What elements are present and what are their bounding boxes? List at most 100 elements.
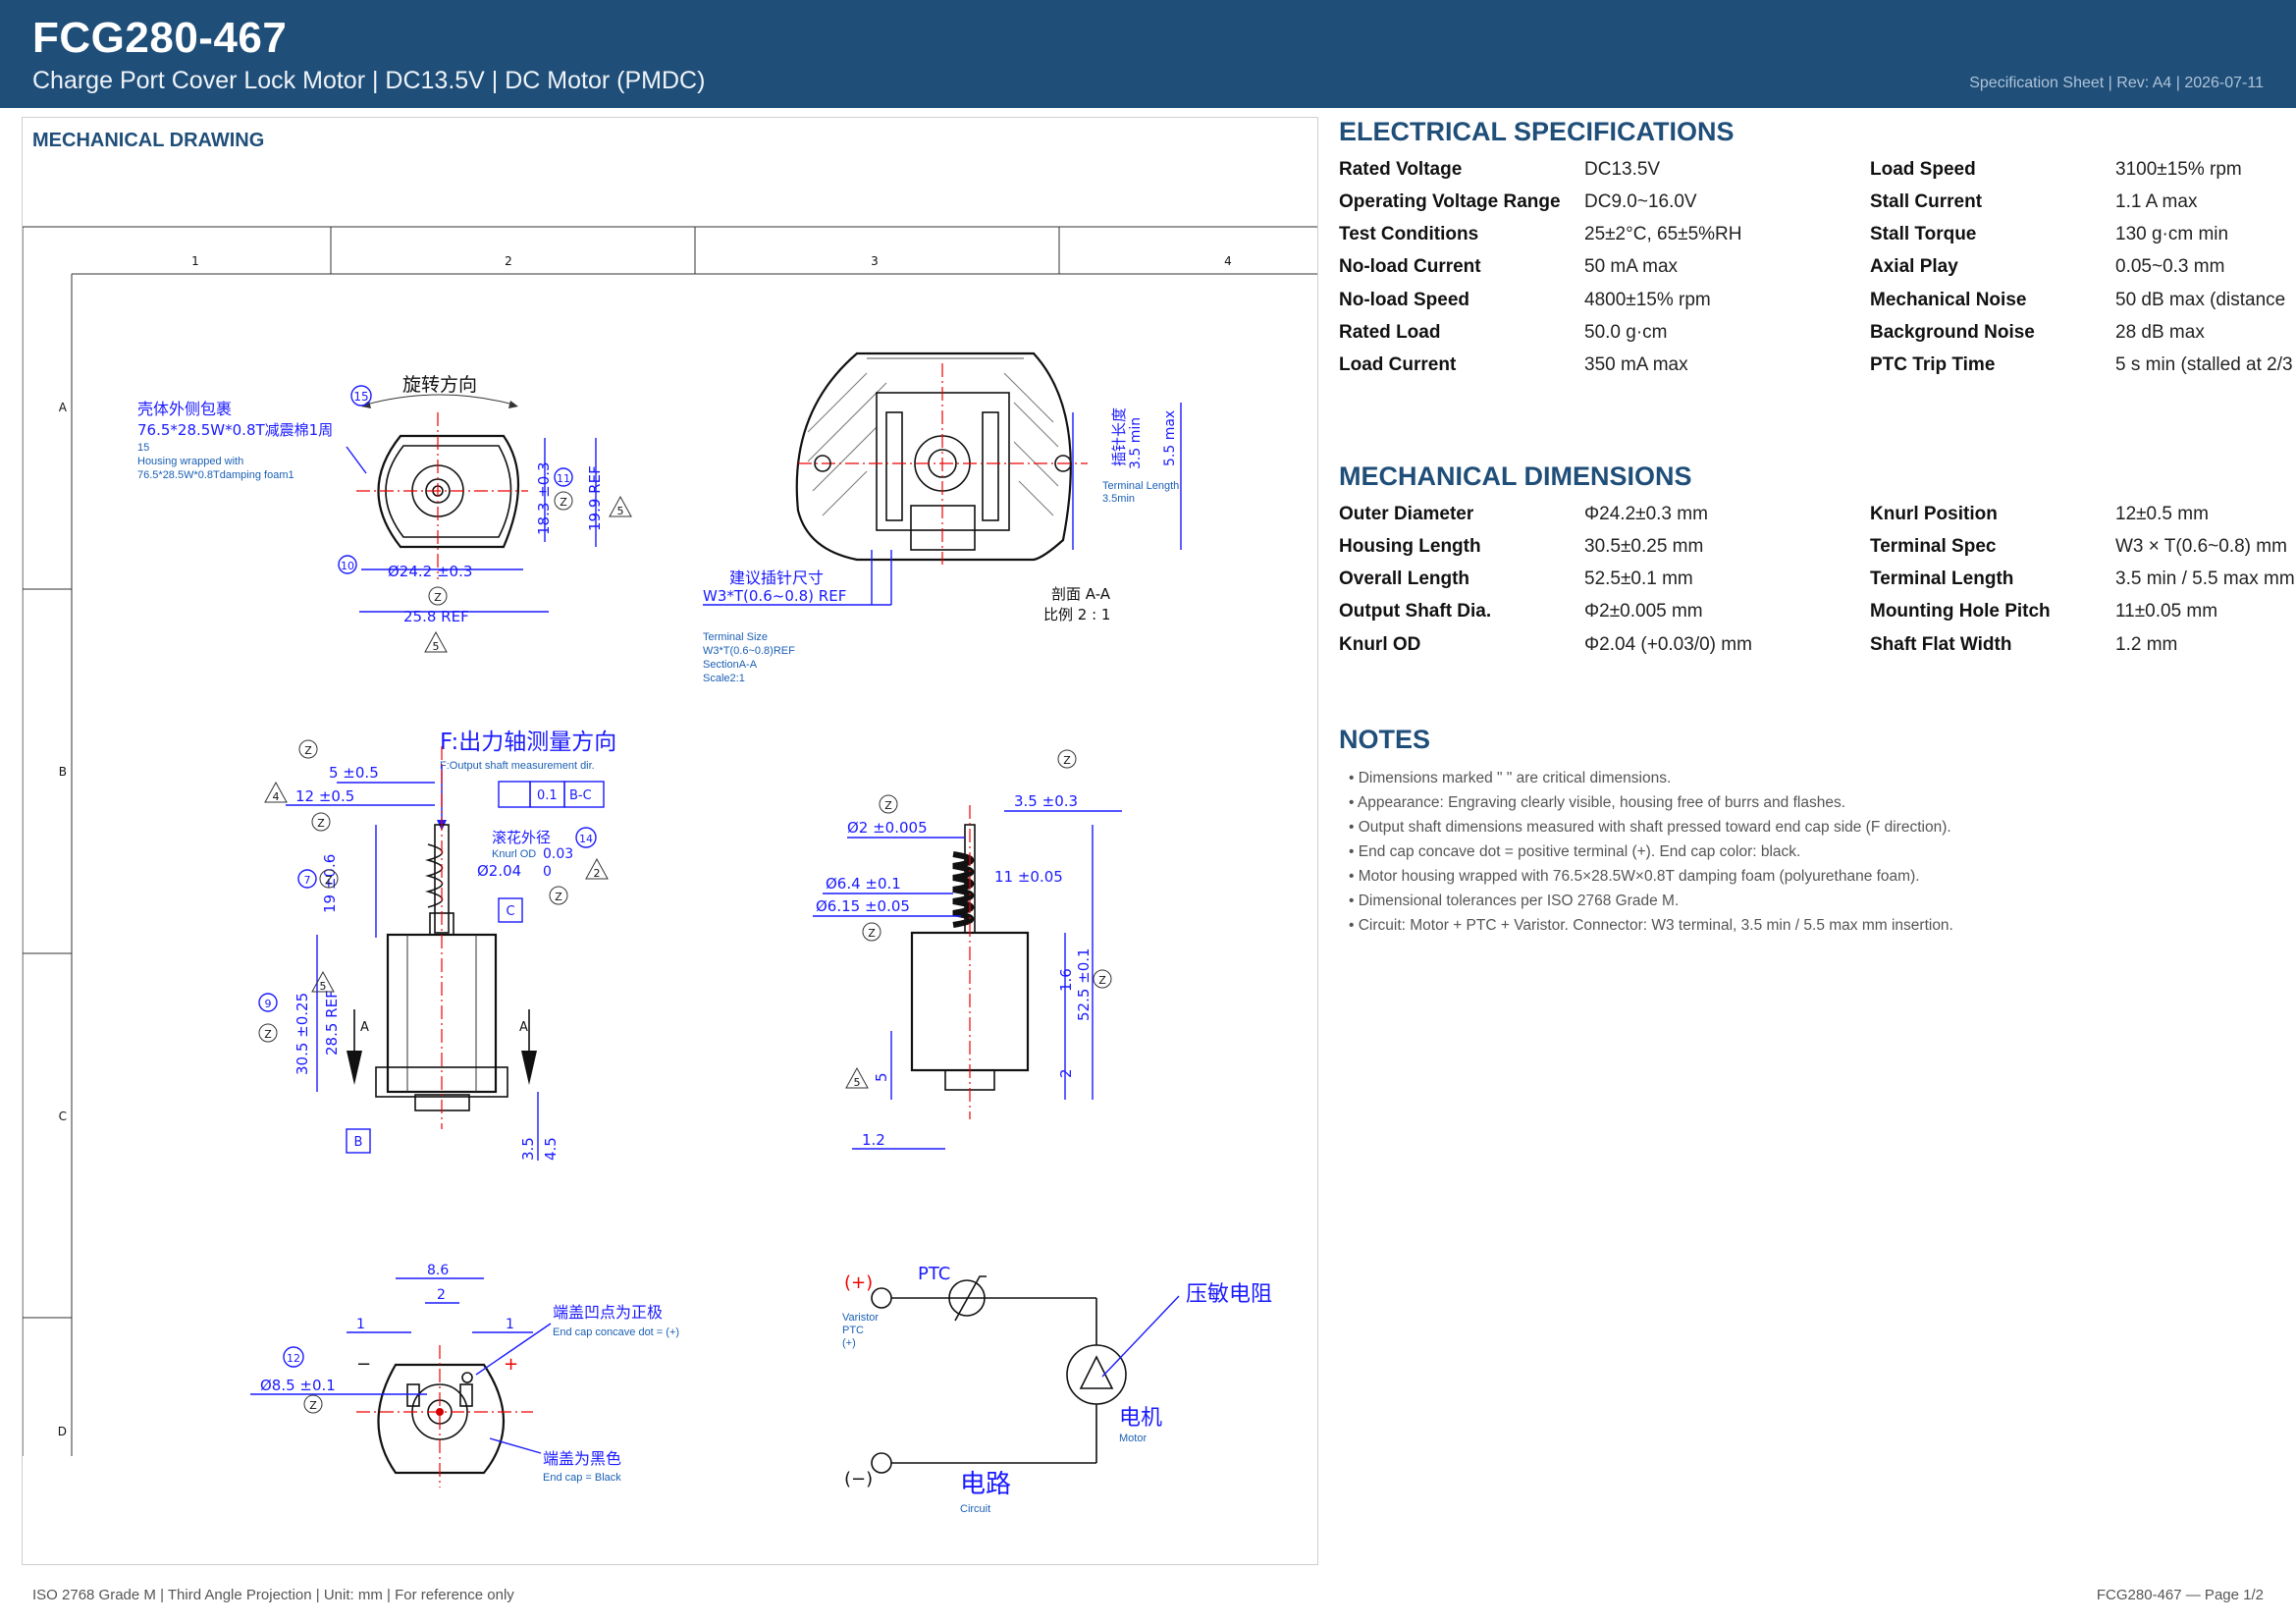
dim-3-5: 3.5 <box>519 1137 537 1161</box>
balloon-12: 12 <box>287 1352 300 1365</box>
concave-dot-label: 端盖凹点为正极 <box>553 1303 663 1322</box>
spec-value: 25±2°C, 65±5%RH <box>1584 224 1742 244</box>
end-dim-2: 2 <box>437 1287 446 1303</box>
spec-label: Knurl Position <box>1870 504 1998 524</box>
mechanical-drawing: 1 2 3 4 A B C D 旋转方向 15 壳体外侧包裹 76.5*28.5… <box>23 226 1317 1515</box>
black-cap-en: End cap = Black <box>543 1472 621 1484</box>
balloon-5-3: 5 <box>320 980 327 993</box>
spec-label: Stall Current <box>1870 191 1983 212</box>
dim-height-2: 19.9 REF <box>586 465 604 531</box>
spec-label: Output Shaft Dia. <box>1339 601 1492 622</box>
end-cap-view: 8.6 2 1 1 Ø8.5 ±0.1 12 Z 端盖凹点为正极 End cap… <box>250 1263 679 1488</box>
notes-title: NOTES <box>1339 725 1431 754</box>
end-dim-8-6: 8.6 <box>427 1263 449 1278</box>
terminal-length-en1: Terminal Length <box>1102 480 1179 492</box>
balloon-z-2: Z <box>434 591 442 604</box>
knurl-low: 0 <box>543 864 552 880</box>
scale-label: 比例 2 : 1 <box>1043 606 1110 623</box>
force-direction-label: F:出力轴测量方向 <box>440 730 616 755</box>
side-view: F:出力轴测量方向 F:Output shaft measurement dir… <box>258 730 616 1161</box>
spec-label: Outer Diameter <box>1339 504 1474 524</box>
spec-label: Rated Load <box>1339 322 1441 343</box>
shaft-dim-6-4: Ø6.4 ±0.1 <box>826 875 901 893</box>
spec-value: 4800±15% rpm <box>1584 290 1711 310</box>
front-view: 旋转方向 15 壳体外侧包裹 76.5*28.5W*0.8T减震棉1周 15 H… <box>137 374 632 653</box>
spec-label: Rated Voltage <box>1339 159 1463 180</box>
dim-height-1: 18.3 ±0.3 <box>535 461 553 535</box>
balloon-9: 9 <box>265 998 272 1010</box>
end-dim-8-5: Ø8.5 ±0.1 <box>260 1377 336 1394</box>
spec-value: 50.0 g·cm <box>1584 322 1668 343</box>
terminal-size-en3: SectionA-A <box>703 659 758 671</box>
spec-value: 52.5±0.1 mm <box>1584 568 1693 589</box>
header-bar: FCG280-467 Charge Port Cover Lock Motor … <box>0 0 2296 108</box>
electrical-specs-title: ELECTRICAL SPECIFICATIONS <box>1339 117 1735 146</box>
grid-row-a: A <box>59 401 68 414</box>
balloon-z-7: Z <box>555 891 562 903</box>
spec-value: 3100±15% rpm <box>2115 159 2242 180</box>
spec-label: No-load Current <box>1339 256 1481 277</box>
grid-col-3: 3 <box>871 254 879 268</box>
balloon-z-5: Z <box>325 874 333 887</box>
motor-label: 电机 <box>1119 1406 1162 1431</box>
grid-col-4: 4 <box>1224 254 1232 268</box>
spec-label: Mounting Hole Pitch <box>1870 601 2051 622</box>
frame-datum: B-C <box>569 788 592 803</box>
spec-label: Mechanical Noise <box>1870 290 2027 310</box>
dim-30-5: 30.5 ±0.25 <box>294 993 311 1075</box>
circuit-legend-1: Varistor <box>842 1312 879 1324</box>
note-item: • Motor housing wrapped with 76.5×28.5W×… <box>1349 868 1920 885</box>
note-item: • Dimensions marked " " are critical dim… <box>1349 770 1672 786</box>
end-dim-1b: 1 <box>506 1317 514 1332</box>
terminal-size-en1: Terminal Size <box>703 631 768 643</box>
grid-col-2: 2 <box>505 254 512 268</box>
notes-list: • Dimensions marked " " are critical dim… <box>1349 766 1953 938</box>
dim-12: 12 ±0.5 <box>295 787 354 805</box>
balloon-z-9: Z <box>884 799 892 812</box>
shaft-dim-6-15: Ø6.15 ±0.05 <box>816 897 910 915</box>
mechanical-dims-title: MECHANICAL DIMENSIONS <box>1339 461 1692 491</box>
balloon-10: 10 <box>341 560 354 572</box>
circuit-plus: (+) <box>844 1272 873 1293</box>
circuit-legend-2: PTC <box>842 1325 864 1336</box>
pin-size-spec: W3*T(0.6~0.8) REF <box>703 587 846 605</box>
spec-label: Knurl OD <box>1339 634 1421 655</box>
note-item: • End cap concave dot = positive termina… <box>1349 843 1801 860</box>
pin-length-min: 3.5 min <box>1128 417 1144 469</box>
wrap-note-en1: Housing wrapped with <box>137 456 243 467</box>
circuit-diagram: (+) PTC 压敏电阻 电机 Motor (−) 电路 Circuit Var… <box>842 1264 1272 1515</box>
spec-label: Background Noise <box>1870 322 2035 343</box>
section-a-a-view: 插针长度 3.5 min 5.5 max Terminal Length 3.5… <box>703 352 1182 684</box>
shaft-dim-1-2: 1.2 <box>862 1131 885 1149</box>
knurl-dim: Ø2.04 <box>477 862 521 880</box>
shaft-dim-5: 5 <box>873 1072 890 1082</box>
balloon-z-4: Z <box>317 817 325 830</box>
section-mark-a-left: A <box>360 1020 369 1035</box>
spec-label: Terminal Length <box>1870 568 2014 589</box>
dim-5: 5 ±0.5 <box>329 764 379 782</box>
pin-length-max: 5.5 max <box>1162 410 1178 466</box>
shaft-dim-1-6: 1.6 <box>1057 968 1075 992</box>
circuit-legend-3: (+) <box>842 1337 856 1349</box>
balloon-z-1: Z <box>560 496 567 509</box>
circuit-label: 电路 <box>960 1470 1011 1499</box>
motor-en: Motor <box>1119 1433 1147 1444</box>
note-item: • Circuit: Motor + PTC + Varistor. Conne… <box>1349 917 1953 934</box>
spec-label: Test Conditions <box>1339 224 1479 244</box>
wrap-note-en2: 76.5*28.5W*0.8Tdamping foam1 <box>137 469 294 481</box>
spec-value: 50 mA max <box>1584 256 1679 277</box>
force-direction-en: F:Output shaft measurement dir. <box>440 760 595 772</box>
note-item: • Dimensional tolerances per ISO 2768 Gr… <box>1349 893 1680 909</box>
note-item: • Appearance: Engraving clearly visible,… <box>1349 794 1846 811</box>
footer-standards: ISO 2768 Grade M | Third Angle Projectio… <box>32 1587 514 1603</box>
note-item: • Output shaft dimensions measured with … <box>1349 819 1951 836</box>
balloon-z-6: Z <box>264 1028 272 1041</box>
document-meta: Specification Sheet | Rev: A4 | 2026-07-… <box>1969 75 2264 91</box>
spec-value: 350 mA max <box>1584 354 1688 375</box>
shaft-view: 3.5 ±0.3 Ø2 ±0.005 Ø6.4 ±0.1 Ø6.15 ±0.05… <box>813 749 1122 1150</box>
footer-page-number: FCG280-467 — Page 1/2 <box>2096 1587 2264 1603</box>
spec-label: Axial Play <box>1870 256 1958 277</box>
spec-value: 1.2 mm <box>2115 634 2178 655</box>
datum-c: C <box>506 904 514 919</box>
spec-value: 130 g·cm min <box>2115 224 2229 244</box>
